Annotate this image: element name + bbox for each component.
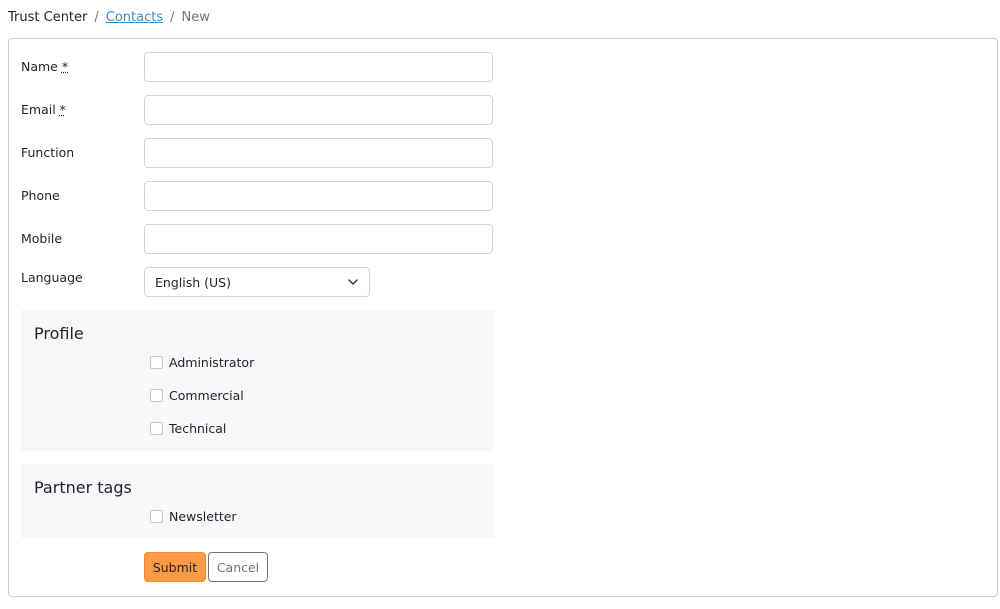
phone-label: Phone (21, 188, 60, 203)
newsletter-checkbox[interactable] (150, 509, 163, 523)
profile-option-administrator[interactable]: Administrator (150, 354, 254, 370)
function-row: Function (21, 138, 494, 168)
breadcrumb-current: New (181, 9, 210, 25)
administrator-checkbox[interactable] (150, 355, 163, 369)
technical-checkbox[interactable] (150, 421, 163, 435)
partner-tag-option-newsletter[interactable]: Newsletter (150, 508, 237, 524)
required-marker: * (61, 59, 69, 74)
commercial-label: Commercial (169, 387, 244, 403)
name-input[interactable] (144, 52, 493, 82)
language-row: Language English (US) (21, 267, 494, 297)
submit-button[interactable]: Submit (144, 552, 206, 582)
name-label: Name * (21, 59, 69, 74)
newsletter-label: Newsletter (169, 508, 237, 524)
mobile-input[interactable] (144, 224, 493, 254)
breadcrumb: Trust Center / Contacts / New (8, 8, 210, 26)
function-input[interactable] (144, 138, 493, 168)
email-row: Email * (21, 95, 494, 125)
profile-option-commercial[interactable]: Commercial (150, 387, 244, 403)
phone-row: Phone (21, 181, 494, 211)
profile-title: Profile (34, 324, 84, 343)
profile-option-technical[interactable]: Technical (150, 420, 226, 436)
phone-input[interactable] (144, 181, 493, 211)
language-label: Language (21, 270, 83, 285)
commercial-checkbox[interactable] (150, 388, 163, 402)
breadcrumb-separator: / (94, 9, 99, 25)
email-input[interactable] (144, 95, 493, 125)
email-label: Email * (21, 102, 66, 117)
breadcrumb-contacts-link[interactable]: Contacts (106, 10, 163, 25)
administrator-label: Administrator (169, 354, 255, 370)
partner-tags-title: Partner tags (34, 478, 132, 497)
breadcrumb-separator: / (170, 9, 175, 25)
technical-label: Technical (169, 420, 227, 436)
cancel-button[interactable]: Cancel (208, 552, 268, 582)
contact-form-card: Name * Email * Function Phone Mobile Lan… (8, 38, 998, 597)
chevron-down-icon (348, 279, 358, 285)
breadcrumb-root: Trust Center (8, 9, 88, 25)
mobile-row: Mobile (21, 224, 494, 254)
required-marker: * (59, 102, 66, 117)
language-selected-value: English (US) (155, 274, 231, 290)
mobile-label: Mobile (21, 231, 63, 246)
language-select[interactable]: English (US) (144, 267, 370, 297)
profile-fieldset: Profile Administrator Commercial Technic… (21, 310, 494, 451)
partner-tags-fieldset: Partner tags Newsletter (21, 464, 494, 538)
name-row: Name * (21, 52, 494, 82)
function-label: Function (21, 145, 75, 160)
